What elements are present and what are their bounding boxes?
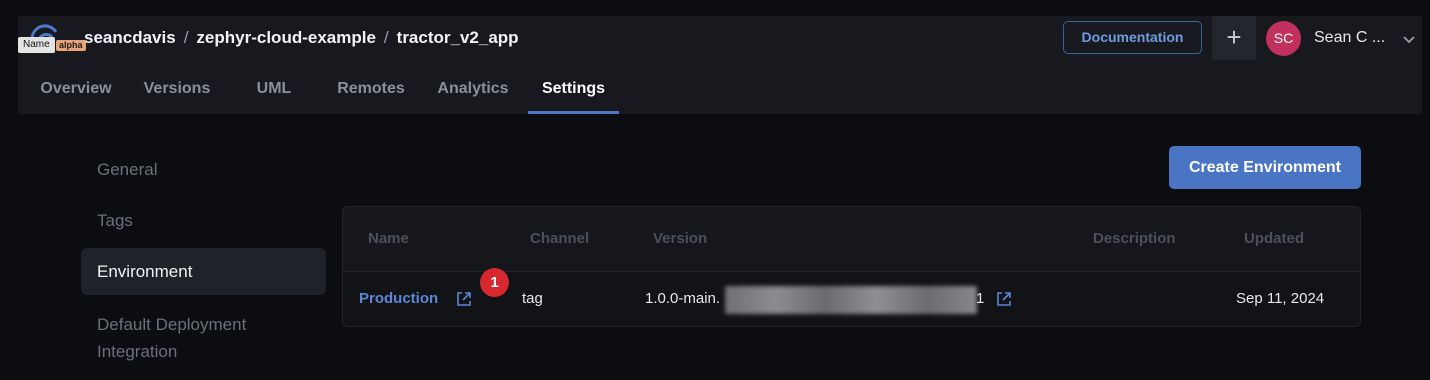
settings-nav-general[interactable]: General	[81, 158, 326, 182]
documentation-button[interactable]: Documentation	[1063, 21, 1202, 54]
column-header-description[interactable]: Description	[1093, 230, 1176, 247]
annotation-marker: 1	[480, 268, 509, 297]
tab-overview[interactable]: Overview	[38, 66, 114, 114]
updated-cell: Sep 11, 2024	[1236, 290, 1325, 307]
chevron-down-icon[interactable]	[1402, 32, 1416, 46]
table-header: Name Channel Version Description Updated	[343, 207, 1360, 272]
column-header-name[interactable]: Name	[368, 230, 409, 247]
external-link-icon[interactable]	[456, 291, 472, 307]
add-button[interactable]: +	[1212, 16, 1256, 60]
tab-uml[interactable]: UML	[254, 66, 294, 114]
breadcrumb-separator: /	[383, 28, 389, 47]
environments-table: Name Channel Version Description Updated…	[342, 206, 1361, 327]
tab-versions[interactable]: Versions	[138, 66, 216, 114]
avatar[interactable]: SC	[1266, 21, 1301, 56]
breadcrumb-org[interactable]: seancdavis	[84, 28, 176, 47]
environment-name-link[interactable]: Production	[359, 290, 438, 307]
top-header: alpha Name seancdavis / zephyr-cloud-examp…	[18, 16, 1422, 114]
redacted-version-text	[725, 286, 977, 314]
column-header-updated[interactable]: Updated	[1244, 230, 1304, 247]
breadcrumb-app[interactable]: tractor_v2_app	[397, 28, 519, 47]
breadcrumb: seancdavis / zephyr-cloud-example / tractor_…	[84, 28, 519, 48]
tab-bar: Overview Versions UML Remotes Analytics …	[18, 66, 1422, 114]
create-environment-button[interactable]: Create Environment	[1169, 146, 1361, 189]
channel-cell: tag	[522, 290, 543, 307]
alpha-badge: alpha	[56, 40, 86, 51]
settings-nav-default-deployment-integration[interactable]: Default Deployment Integration	[81, 311, 271, 365]
breadcrumb-project[interactable]: zephyr-cloud-example	[196, 28, 376, 47]
name-tooltip: Name	[18, 37, 55, 53]
version-cell-suffix: 1	[976, 290, 985, 307]
column-header-channel[interactable]: Channel	[530, 230, 589, 247]
breadcrumb-separator: /	[183, 28, 189, 47]
user-name[interactable]: Sean C ...	[1314, 29, 1385, 47]
settings-nav-tags[interactable]: Tags	[81, 209, 326, 233]
external-link-icon[interactable]	[996, 291, 1012, 307]
tab-settings[interactable]: Settings	[528, 66, 619, 114]
version-cell-prefix: 1.0.0-main.	[645, 290, 721, 307]
settings-nav-environment[interactable]: Environment	[81, 248, 326, 295]
tab-analytics[interactable]: Analytics	[432, 66, 514, 114]
column-header-version[interactable]: Version	[653, 230, 707, 247]
tab-remotes[interactable]: Remotes	[332, 66, 410, 114]
